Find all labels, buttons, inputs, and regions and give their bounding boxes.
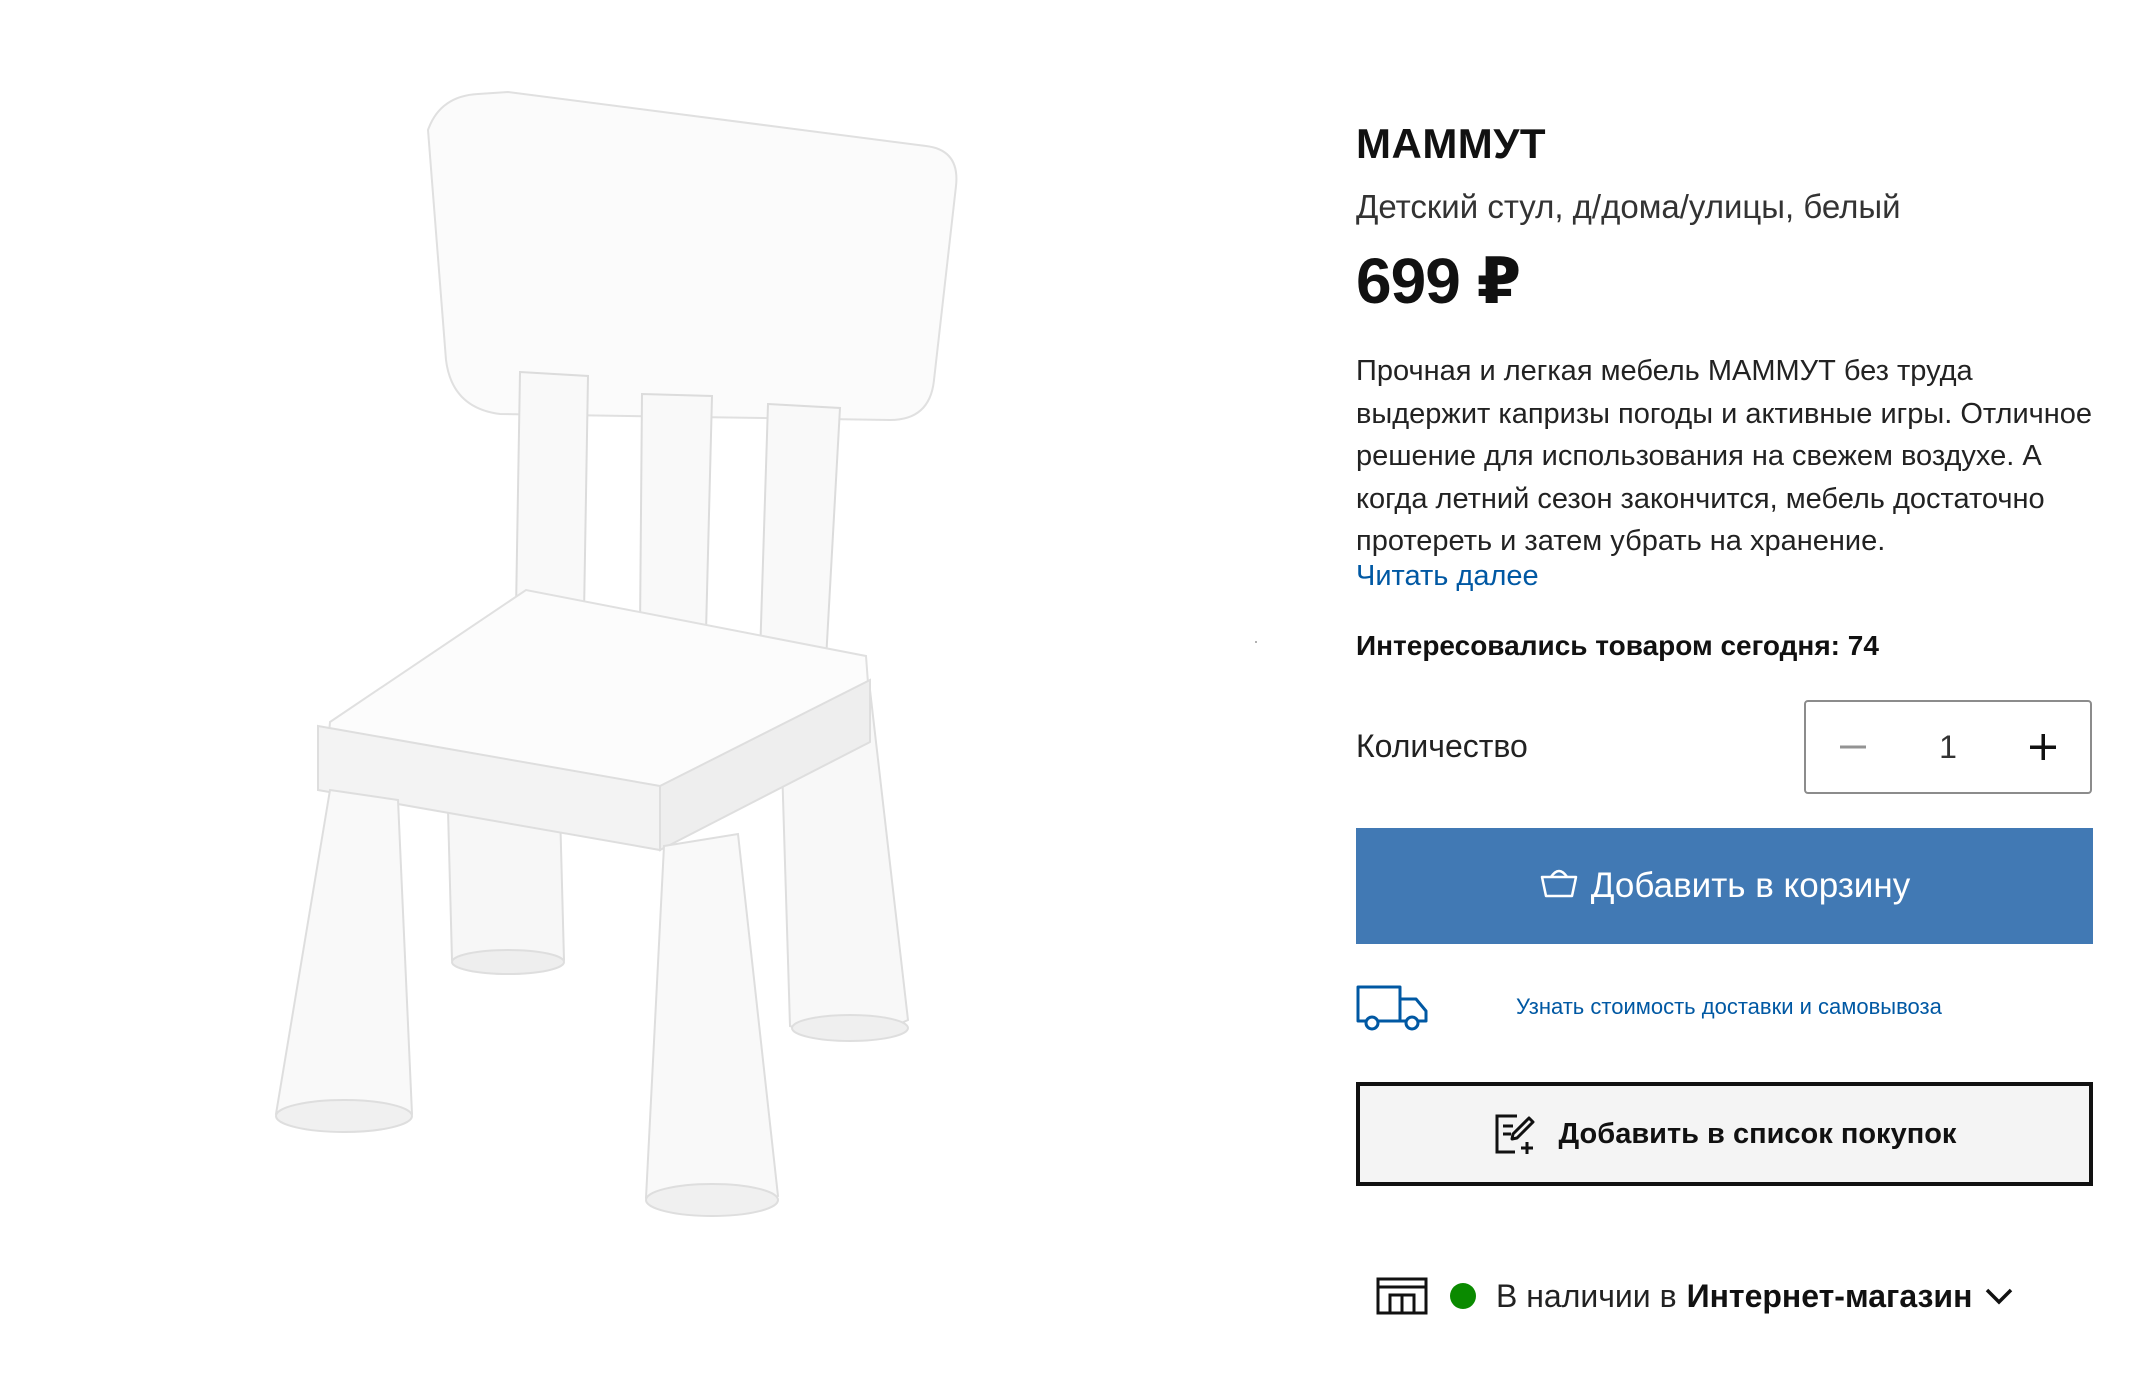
add-to-cart-label: Добавить в корзину: [1590, 866, 1911, 905]
decrease-quantity-button[interactable]: [1806, 702, 1900, 792]
chevron-down-icon: [1986, 1288, 2013, 1305]
in-stock-status-dot: [1450, 1283, 1476, 1309]
availability-store: Интернет-магазин: [1686, 1277, 1973, 1314]
minus-icon: [1840, 745, 1866, 749]
plus-icon: [2030, 734, 2056, 760]
product-description: Прочная и легкая мебель МАММУТ без труда…: [1356, 355, 2093, 557]
delivery-info: Узнать стоимость доставки и самовывоза: [1356, 982, 2093, 1034]
read-more-link[interactable]: Читать далее: [1356, 560, 1539, 593]
interest-label: Интересовались товаром сегодня:: [1356, 630, 1840, 661]
quantity-stepper: 1: [1804, 700, 2092, 794]
availability-prefix: В наличии в: [1496, 1277, 1677, 1314]
image-dot: [1255, 641, 1257, 643]
edit-list-icon: [1495, 1114, 1535, 1154]
delivery-cost-link[interactable]: Узнать стоимость доставки и самовывоза: [1516, 994, 1942, 1020]
store-icon: [1376, 1277, 1428, 1315]
interest-count: 74: [1847, 630, 1879, 661]
add-to-list-label: Добавить в список покупок: [1558, 1117, 1957, 1150]
truck-icon: [1356, 985, 1428, 1031]
add-to-cart-button[interactable]: Добавить в корзину: [1356, 828, 2093, 944]
increase-quantity-button[interactable]: [1996, 702, 2090, 792]
product-name: МАММУТ: [1356, 120, 1547, 167]
product-image[interactable]: [260, 80, 980, 1230]
quantity-label: Количество: [1356, 728, 1528, 764]
product-price: 699 ₽: [1356, 245, 1521, 317]
availability-selector[interactable]: В наличии в Интернет-магазин: [1376, 1272, 2014, 1320]
quantity-value[interactable]: 1: [1900, 729, 1996, 766]
product-image-gallery: [0, 0, 1260, 1392]
interest-counter: Интересовались товаром сегодня: 74: [1356, 630, 1879, 662]
product-subtitle: Детский стул, д/дома/улицы, белый: [1356, 188, 1901, 225]
add-to-shopping-list-button[interactable]: Добавить в список покупок: [1356, 1082, 2093, 1186]
shopping-basket-icon: [1540, 869, 1578, 898]
